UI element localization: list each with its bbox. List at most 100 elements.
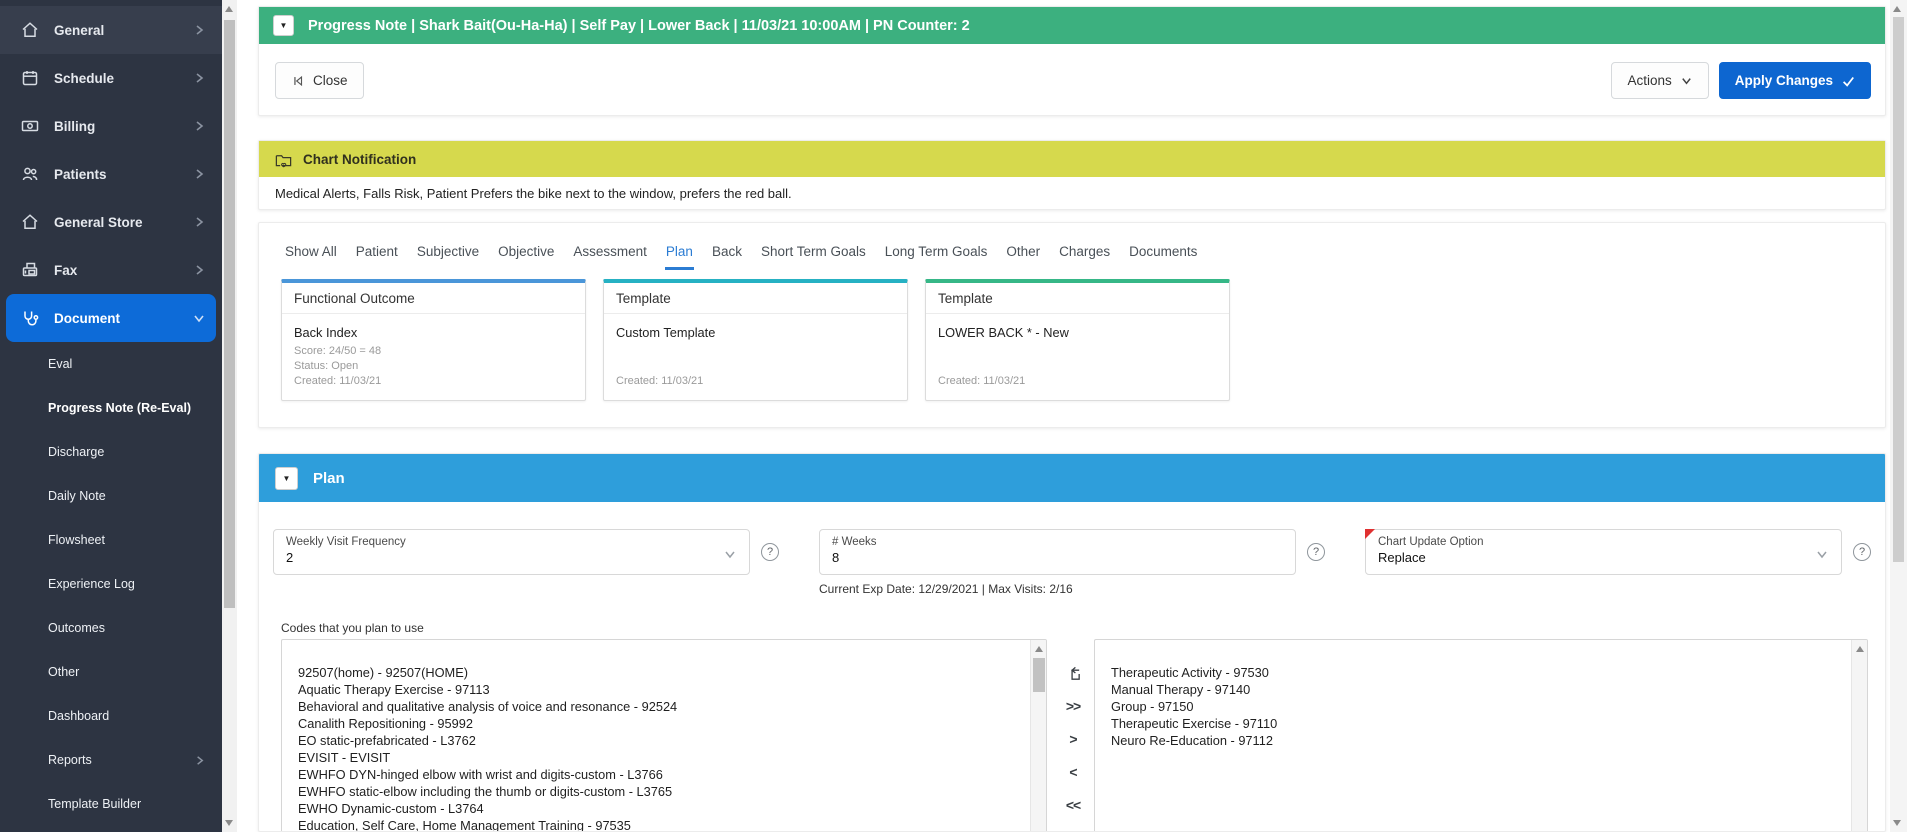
- sidebar-item-document[interactable]: Document: [6, 294, 216, 342]
- sidebar-subitem-flowsheet[interactable]: Flowsheet: [0, 518, 222, 562]
- move-all-right-button[interactable]: >>: [1066, 695, 1081, 717]
- tab-other[interactable]: Other: [1005, 244, 1041, 270]
- chevron-down-icon: [1680, 74, 1693, 87]
- sidebar-subitem-reports[interactable]: Reports: [0, 738, 222, 782]
- sidebar-item-billing[interactable]: Billing: [0, 102, 222, 150]
- weekly-visit-frequency-select[interactable]: Weekly Visit Frequency 2: [273, 529, 750, 575]
- sidebar-item-fax[interactable]: Fax: [0, 246, 222, 294]
- tab-patient[interactable]: Patient: [355, 244, 399, 270]
- card-value: LOWER BACK * - New: [938, 325, 1069, 340]
- scroll-up-arrow-icon[interactable]: [1855, 646, 1864, 652]
- selected-codes-listbox[interactable]: Therapeutic Activity - 97530 Manual Ther…: [1094, 639, 1868, 831]
- help-icon[interactable]: ?: [761, 543, 779, 561]
- template-card[interactable]: Template LOWER BACK * - New Created: 11/…: [925, 279, 1230, 401]
- fax-icon: [20, 260, 40, 280]
- tab-subjective[interactable]: Subjective: [416, 244, 480, 270]
- sidebar-item-patients[interactable]: Patients: [0, 150, 222, 198]
- toolbar-right-buttons: Actions Apply Changes: [1611, 62, 1871, 99]
- page-scrollbar[interactable]: [1890, 0, 1907, 832]
- sidebar-subitem-outcomes[interactable]: Outcomes: [0, 606, 222, 650]
- sidebar-subitem-dashboard[interactable]: Dashboard: [0, 694, 222, 738]
- sidebar-scrollbar-thumb[interactable]: [224, 20, 235, 608]
- move-right-button[interactable]: >: [1069, 728, 1077, 750]
- code-option[interactable]: EWHFO static-elbow including the thumb o…: [298, 783, 1022, 800]
- sidebar-item-label: Schedule: [54, 70, 115, 86]
- reset-selection-button[interactable]: [1065, 662, 1082, 684]
- code-option[interactable]: Manual Therapy - 97140: [1111, 681, 1843, 698]
- scroll-up-arrow-icon[interactable]: [1034, 646, 1043, 652]
- sidebar-item-general-store[interactable]: General Store: [0, 198, 222, 246]
- tab-objective[interactable]: Objective: [497, 244, 555, 270]
- sidebar-item-general[interactable]: General: [0, 6, 222, 54]
- sidebar-subitem-daily-note[interactable]: Daily Note: [0, 474, 222, 518]
- code-option[interactable]: Behavioral and qualitative analysis of v…: [298, 698, 1022, 715]
- card-created: Created: 11/03/21: [938, 375, 1026, 387]
- code-option[interactable]: EWHO Dynamic-custom - L3764: [298, 800, 1022, 817]
- tab-long-term-goals[interactable]: Long Term Goals: [884, 244, 989, 270]
- chart-notification-header: Chart Notification: [259, 141, 1885, 177]
- close-button[interactable]: Close: [275, 62, 364, 99]
- tab-short-term-goals[interactable]: Short Term Goals: [760, 244, 867, 270]
- plan-panel: ▼ Plan Weekly Visit Frequency 2 ? # Week…: [258, 453, 1886, 832]
- plan-section-title: Plan: [313, 469, 345, 487]
- chart-notification-message: Medical Alerts, Falls Risk, Patient Pref…: [275, 186, 792, 201]
- scroll-down-arrow-icon[interactable]: [1893, 820, 1901, 826]
- weeks-input[interactable]: # Weeks 8: [819, 529, 1296, 575]
- tab-charges[interactable]: Charges: [1058, 244, 1111, 270]
- scroll-up-arrow-icon[interactable]: [1893, 6, 1901, 12]
- code-option[interactable]: Education, Self Care, Home Management Tr…: [298, 817, 1022, 831]
- code-option[interactable]: Therapeutic Activity - 97530: [1111, 664, 1843, 681]
- chevron-right-icon: [192, 167, 206, 181]
- people-icon: [20, 164, 40, 184]
- sidebar-subitem-other[interactable]: Other: [0, 650, 222, 694]
- move-all-left-button[interactable]: <<: [1066, 794, 1081, 816]
- listbox-scrollbar[interactable]: [1030, 640, 1046, 831]
- collapse-toggle-button[interactable]: ▼: [275, 466, 298, 490]
- scroll-up-arrow-icon[interactable]: [225, 6, 233, 12]
- tab-plan[interactable]: Plan: [664, 244, 694, 270]
- template-card[interactable]: Template Custom Template Created: 11/03/…: [603, 279, 908, 401]
- sidebar-subitem-template-builder[interactable]: Template Builder: [0, 782, 222, 826]
- sidebar-subitem-eval[interactable]: Eval: [0, 342, 222, 386]
- sidebar-scrollbar[interactable]: [222, 0, 237, 832]
- help-icon[interactable]: ?: [1853, 543, 1871, 561]
- tab-show-all[interactable]: Show All: [284, 244, 338, 270]
- tab-assessment[interactable]: Assessment: [572, 244, 648, 270]
- actions-button[interactable]: Actions: [1611, 62, 1709, 99]
- help-icon[interactable]: ?: [1307, 543, 1325, 561]
- listbox-scrollbar[interactable]: [1851, 640, 1867, 831]
- code-option[interactable]: EWHFO DYN-hinged elbow with wrist and di…: [298, 766, 1022, 783]
- collapse-toggle-button[interactable]: ▼: [273, 15, 294, 36]
- apply-changes-button[interactable]: Apply Changes: [1718, 62, 1871, 99]
- code-option[interactable]: Aquatic Therapy Exercise - 97113: [298, 681, 1022, 698]
- code-option[interactable]: EO static-prefabricated - L3762: [298, 732, 1022, 749]
- sidebar-item-schedule[interactable]: Schedule: [0, 54, 222, 102]
- code-option[interactable]: Group - 97150: [1111, 698, 1843, 715]
- plan-header-bar: ▼ Plan: [259, 454, 1885, 502]
- toolbar: Close Actions Apply Changes: [259, 44, 1885, 116]
- sidebar-subitem-discharge[interactable]: Discharge: [0, 430, 222, 474]
- code-option[interactable]: EVISIT - EVISIT: [298, 749, 1022, 766]
- code-option[interactable]: Therapeutic Exercise - 97110: [1111, 715, 1843, 732]
- document-header-bar: ▼ Progress Note | Shark Bait(Ou-Ha-Ha) |…: [259, 7, 1885, 44]
- chevron-down-icon: [192, 311, 206, 325]
- tab-documents[interactable]: Documents: [1128, 244, 1198, 270]
- page-scrollbar-thumb[interactable]: [1893, 17, 1904, 562]
- tab-back[interactable]: Back: [711, 244, 743, 270]
- available-codes-listbox[interactable]: 92507(home) - 92507(HOME) Aquatic Therap…: [281, 639, 1047, 831]
- home-icon: [20, 20, 40, 40]
- card-value: Back Index: [294, 325, 358, 340]
- chart-notification-panel: Chart Notification Medical Alerts, Falls…: [258, 140, 1886, 210]
- plan-body: Weekly Visit Frequency 2 ? # Weeks 8 ? C…: [259, 502, 1885, 831]
- sidebar: General Schedule Billing Patients Genera…: [0, 0, 222, 832]
- code-option[interactable]: 92507(home) - 92507(HOME): [298, 664, 1022, 681]
- code-option[interactable]: Canalith Repositioning - 95992: [298, 715, 1022, 732]
- functional-outcome-card[interactable]: Functional Outcome Back Index Score: 24/…: [281, 279, 586, 401]
- move-left-button[interactable]: <: [1069, 761, 1077, 783]
- listbox-scrollbar-thumb[interactable]: [1033, 658, 1045, 692]
- chart-update-option-select[interactable]: Chart Update Option Replace: [1365, 529, 1842, 575]
- code-option[interactable]: Neuro Re-Education - 97112: [1111, 732, 1843, 749]
- sidebar-subitem-experience-log[interactable]: Experience Log: [0, 562, 222, 606]
- scroll-down-arrow-icon[interactable]: [225, 820, 233, 826]
- sidebar-subitem-progress-note[interactable]: Progress Note (Re-Eval): [0, 386, 222, 430]
